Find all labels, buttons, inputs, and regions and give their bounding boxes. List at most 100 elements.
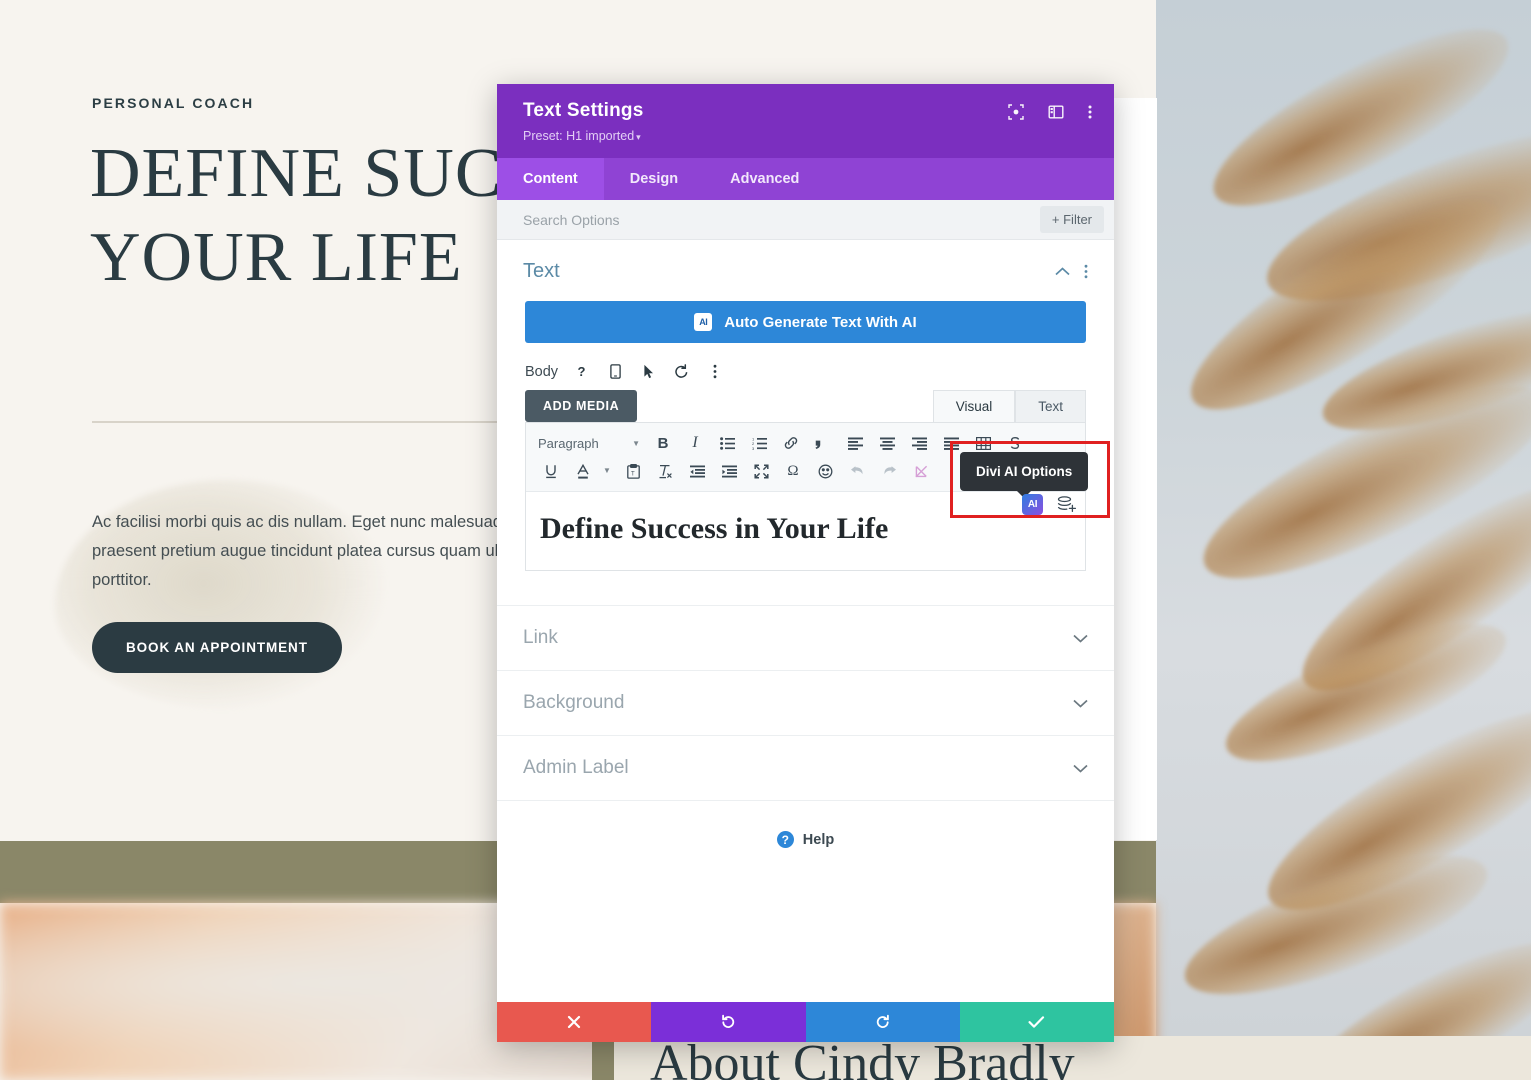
link-icon[interactable]	[776, 430, 806, 456]
text-section-title: Text	[523, 260, 560, 282]
bold-icon[interactable]: B	[648, 430, 678, 456]
accordion-admin-label[interactable]: Admin Label	[497, 735, 1114, 800]
chevron-down-icon: ▼	[632, 438, 640, 448]
accordion-link-label: Link	[523, 627, 558, 648]
align-center-icon[interactable]	[872, 430, 902, 456]
ai-stack-plus-icon[interactable]	[1057, 496, 1077, 513]
add-media-button[interactable]: ADD MEDIA	[525, 390, 638, 422]
align-right-icon[interactable]	[904, 430, 934, 456]
special-character-icon[interactable]: Ω	[778, 458, 808, 484]
editor-content[interactable]: Define Success in Your Life	[526, 492, 1085, 570]
search-options-input[interactable]	[523, 211, 1040, 228]
preset-label: Preset: H1 imported	[523, 129, 635, 143]
undo-button[interactable]	[651, 1002, 806, 1042]
help-icon[interactable]: ?	[572, 361, 593, 382]
emoji-icon[interactable]	[810, 458, 840, 484]
hero-background-photo-pampas-grass	[1156, 0, 1531, 1080]
tab-text[interactable]: Text	[1015, 390, 1086, 422]
help-row[interactable]: ? Help	[497, 800, 1114, 878]
svg-text:T: T	[631, 471, 635, 477]
modal-title: Text Settings	[523, 100, 644, 121]
tinymce-editor: Paragraph ▼ B I 1 2 3 ▼ T Ω Define Succe…	[525, 422, 1086, 571]
divi-ai-badge-icon[interactable]: AI	[1022, 494, 1043, 515]
preset-caret-icon: ▾	[636, 132, 641, 142]
paste-as-text-icon[interactable]: T	[618, 458, 648, 484]
format-select-label: Paragraph	[538, 435, 599, 451]
modal-footer	[497, 1002, 1114, 1042]
accordion-background-label: Background	[523, 692, 625, 713]
modal-header: Text Settings Preset: H1 imported ▾	[497, 84, 1114, 158]
section-more-icon[interactable]	[1084, 264, 1088, 279]
chevron-down-icon	[1073, 699, 1088, 708]
panel-layout-icon[interactable]	[1048, 104, 1064, 120]
tab-advanced[interactable]: Advanced	[704, 158, 825, 200]
responsive-mobile-icon[interactable]	[605, 361, 626, 382]
fullscreen-icon[interactable]	[746, 458, 776, 484]
divi-ai-options-tooltip: Divi AI Options	[960, 452, 1089, 498]
undo-icon	[722, 1014, 735, 1028]
help-circle-icon: ?	[776, 831, 794, 848]
help-label: Help	[802, 831, 835, 848]
svg-text:?: ?	[578, 364, 586, 379]
focus-target-icon[interactable]	[1008, 104, 1024, 120]
close-icon	[568, 1015, 581, 1029]
tab-design[interactable]: Design	[604, 158, 704, 200]
modal-tab-bar: Content Design Advanced	[497, 158, 1114, 200]
text-color-icon[interactable]	[570, 458, 596, 484]
undo-icon[interactable]	[842, 458, 872, 484]
filter-label: Filter	[1063, 212, 1092, 227]
editor-topbar: ADD MEDIA Visual Text	[525, 390, 1086, 422]
tab-visual[interactable]: Visual	[932, 390, 1016, 422]
tab-content[interactable]: Content	[497, 158, 604, 200]
save-changes-button[interactable]	[959, 1002, 1114, 1042]
chevron-down-icon	[1073, 634, 1088, 643]
remove-link-icon[interactable]	[906, 458, 936, 484]
collapse-chevron-icon[interactable]	[1055, 267, 1070, 276]
hero-eyebrow: PERSONAL COACH	[92, 95, 255, 111]
more-options-icon[interactable]	[704, 361, 725, 382]
more-vertical-icon[interactable]	[1088, 104, 1092, 120]
clear-formatting-icon[interactable]	[650, 458, 680, 484]
body-options-row: Body ?	[497, 343, 1114, 390]
accordion-background[interactable]: Background	[497, 670, 1114, 735]
numbered-list-icon[interactable]: 1 2 3	[744, 430, 774, 456]
about-section-heading: About Cindy Bradly	[650, 1035, 1075, 1080]
check-icon	[1028, 1016, 1045, 1028]
text-settings-modal: Text Settings Preset: H1 imported ▾ Cont…	[497, 84, 1114, 1042]
redo-icon[interactable]	[874, 458, 904, 484]
text-section-actions	[1055, 264, 1088, 279]
format-select[interactable]: Paragraph ▼	[534, 436, 646, 451]
text-color-chevron-icon[interactable]: ▼	[598, 458, 616, 484]
reset-icon[interactable]	[671, 361, 692, 382]
ai-badge-icon: AI	[694, 313, 713, 331]
accordion-link[interactable]: Link	[497, 605, 1114, 670]
auto-generate-text-with-ai-button[interactable]: AI Auto Generate Text With AI	[525, 301, 1086, 343]
modal-body: Text AI Auto Generate Text With AI Body	[497, 240, 1114, 1002]
redo-button[interactable]	[805, 1002, 960, 1042]
search-options-bar: + Filter	[497, 200, 1114, 240]
filter-button[interactable]: + Filter	[1039, 206, 1104, 233]
auto-generate-label: Auto Generate Text With AI	[724, 313, 917, 331]
book-appointment-button[interactable]: BOOK AN APPOINTMENT	[92, 622, 342, 673]
indent-icon[interactable]	[714, 458, 744, 484]
modal-preset-selector[interactable]: Preset: H1 imported ▾	[523, 129, 1092, 143]
white-card-sliver	[1114, 98, 1157, 840]
bulleted-list-icon[interactable]	[712, 430, 742, 456]
svg-text:3: 3	[752, 445, 755, 449]
align-left-icon[interactable]	[840, 430, 870, 456]
about-olive-tab	[592, 1036, 614, 1080]
modal-header-icons	[1008, 104, 1092, 120]
divi-ai-options-row: AI	[1022, 494, 1077, 515]
hover-cursor-icon[interactable]	[638, 361, 659, 382]
underline-icon[interactable]	[534, 458, 568, 484]
chevron-down-icon	[1073, 764, 1088, 773]
filter-plus-icon: +	[1051, 212, 1060, 227]
body-label: Body	[525, 363, 559, 380]
outdent-icon[interactable]	[682, 458, 712, 484]
editor-view-tabs: Visual Text	[932, 390, 1086, 422]
blockquote-icon[interactable]	[808, 430, 838, 456]
text-section-header: Text	[497, 240, 1114, 297]
redo-icon	[876, 1014, 889, 1028]
italic-icon[interactable]: I	[680, 430, 710, 456]
discard-changes-button[interactable]	[497, 1002, 652, 1042]
